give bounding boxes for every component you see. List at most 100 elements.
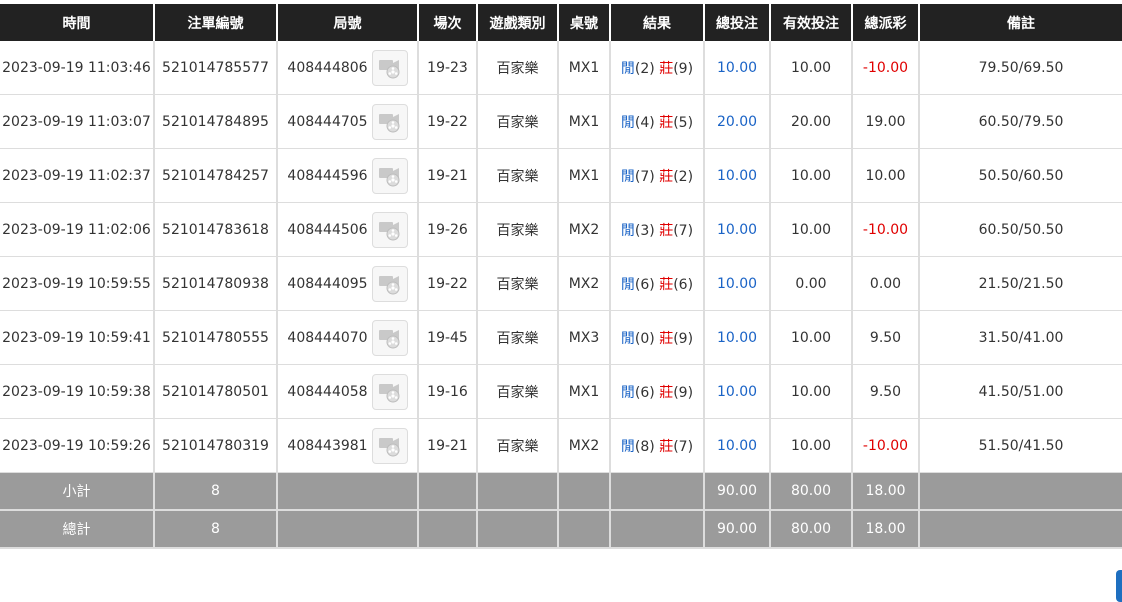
cell-note: 50.50/60.50 xyxy=(918,148,1122,203)
result-player-label: 閒 xyxy=(620,276,635,293)
cell-payout: -10.00 xyxy=(851,41,919,95)
cell-round: 408444070 xyxy=(276,310,418,365)
table-row: 2023-09-19 11:02:06 521014783618 408444506… xyxy=(0,202,1122,257)
header-game-type: 遊戲類別 xyxy=(476,4,558,41)
cell-valid-bet: 10.00 xyxy=(769,364,852,419)
cell-valid-bet: 10.00 xyxy=(769,418,852,473)
cell-round-id: 408444596 xyxy=(287,167,368,184)
cell-round-id: 408444058 xyxy=(287,383,368,400)
video-replay-icon[interactable] xyxy=(371,319,408,356)
cell-round: 408444058 xyxy=(276,364,418,419)
cell-round-id: 408444705 xyxy=(287,113,368,130)
cell-total-bet: 10.00 xyxy=(703,202,770,257)
cell-round: 408444705 xyxy=(276,94,418,149)
video-replay-icon[interactable] xyxy=(371,211,408,248)
cell-payout: -10.00 xyxy=(851,202,919,257)
video-replay-icon[interactable] xyxy=(371,373,408,410)
result-player-score: (2) xyxy=(634,60,655,77)
result-player-score: (0) xyxy=(634,330,655,347)
result-banker-label: 莊 xyxy=(659,222,674,239)
cell-note: 60.50/50.50 xyxy=(918,202,1122,257)
table-row: 2023-09-19 11:03:46 521014785577 408444806… xyxy=(0,41,1122,95)
header-round-id: 局號 xyxy=(276,4,418,41)
cell-payout: 19.00 xyxy=(851,94,919,149)
side-tab-button[interactable] xyxy=(1116,570,1122,602)
result-player-label: 閒 xyxy=(620,114,635,131)
cell-session: 19-21 xyxy=(417,148,477,203)
result-player-score: (6) xyxy=(634,276,655,293)
header-time: 時間 xyxy=(0,4,154,41)
subtotal-row: 小計 8 90.00 80.00 18.00 xyxy=(0,472,1122,511)
cell-session: 19-21 xyxy=(417,418,477,473)
cell-bet-id: 521014780501 xyxy=(153,364,277,419)
cell-session: 19-26 xyxy=(417,202,477,257)
cell-result: 閒(2) 莊(9) xyxy=(609,41,704,95)
cell-round-id: 408444506 xyxy=(287,221,368,238)
cell-bet-id: 521014784257 xyxy=(153,148,277,203)
cell-result: 閒(6) 莊(6) xyxy=(609,256,704,311)
cell-session: 19-23 xyxy=(417,41,477,95)
result-player-score: (8) xyxy=(634,438,655,455)
cell-round-id: 408444806 xyxy=(287,59,368,76)
cell-total-bet: 10.00 xyxy=(703,364,770,419)
video-replay-icon[interactable] xyxy=(371,427,408,464)
cell-game-type: 百家樂 xyxy=(476,94,558,149)
cell-bet-id: 521014780938 xyxy=(153,256,277,311)
cell-table-no: MX1 xyxy=(557,94,610,149)
cell-result: 閒(0) 莊(9) xyxy=(609,310,704,365)
cell-time: 2023-09-19 11:02:06 xyxy=(0,202,154,257)
result-player-label: 閒 xyxy=(620,222,635,239)
cell-note: 79.50/69.50 xyxy=(918,41,1122,95)
result-banker-label: 莊 xyxy=(659,114,674,131)
video-replay-icon[interactable] xyxy=(371,103,408,140)
header-bet-id: 注單編號 xyxy=(153,4,277,41)
result-banker-label: 莊 xyxy=(659,60,674,77)
cell-game-type: 百家樂 xyxy=(476,148,558,203)
cell-game-type: 百家樂 xyxy=(476,202,558,257)
cell-game-type: 百家樂 xyxy=(476,256,558,311)
video-replay-icon[interactable] xyxy=(371,157,408,194)
cell-table-no: MX1 xyxy=(557,148,610,203)
cell-valid-bet: 10.00 xyxy=(769,41,852,95)
result-player-label: 閒 xyxy=(620,330,635,347)
cell-valid-bet: 10.00 xyxy=(769,310,852,365)
header-total-payout: 總派彩 xyxy=(851,4,919,41)
video-replay-icon[interactable] xyxy=(371,49,408,86)
cell-valid-bet: 0.00 xyxy=(769,256,852,311)
cell-session: 19-16 xyxy=(417,364,477,419)
result-banker-label: 莊 xyxy=(659,384,674,401)
cell-result: 閒(6) 莊(9) xyxy=(609,364,704,419)
grandtotal-count: 8 xyxy=(153,510,277,549)
cell-bet-id: 521014783618 xyxy=(153,202,277,257)
video-replay-icon[interactable] xyxy=(371,265,408,302)
cell-game-type: 百家樂 xyxy=(476,364,558,419)
result-banker-label: 莊 xyxy=(659,438,674,455)
cell-valid-bet: 20.00 xyxy=(769,94,852,149)
cell-note: 31.50/41.00 xyxy=(918,310,1122,365)
cell-game-type: 百家樂 xyxy=(476,310,558,365)
cell-valid-bet: 10.00 xyxy=(769,202,852,257)
cell-result: 閒(3) 莊(7) xyxy=(609,202,704,257)
table-row: 2023-09-19 10:59:55 521014780938 408444095… xyxy=(0,256,1122,311)
cell-round: 408444506 xyxy=(276,202,418,257)
header-note: 備註 xyxy=(918,4,1122,41)
grandtotal-payout: 18.00 xyxy=(851,510,919,549)
cell-time: 2023-09-19 10:59:38 xyxy=(0,364,154,419)
cell-valid-bet: 10.00 xyxy=(769,148,852,203)
cell-table-no: MX1 xyxy=(557,364,610,419)
table-row: 2023-09-19 10:59:38 521014780501 408444058… xyxy=(0,364,1122,419)
table-row: 2023-09-19 10:59:26 521014780319 408443981… xyxy=(0,418,1122,473)
cell-session: 19-22 xyxy=(417,94,477,149)
cell-note: 21.50/21.50 xyxy=(918,256,1122,311)
grandtotal-label: 總計 xyxy=(0,510,154,549)
grandtotal-row: 總計 8 90.00 80.00 18.00 xyxy=(0,510,1122,549)
cell-total-bet: 10.00 xyxy=(703,310,770,365)
cell-total-bet: 10.00 xyxy=(703,256,770,311)
cell-time: 2023-09-19 10:59:41 xyxy=(0,310,154,365)
result-banker-score: (7) xyxy=(673,222,694,239)
header-session: 場次 xyxy=(417,4,477,41)
cell-total-bet: 10.00 xyxy=(703,418,770,473)
grandtotal-valid-bet: 80.00 xyxy=(769,510,852,549)
cell-total-bet: 20.00 xyxy=(703,94,770,149)
cell-game-type: 百家樂 xyxy=(476,418,558,473)
